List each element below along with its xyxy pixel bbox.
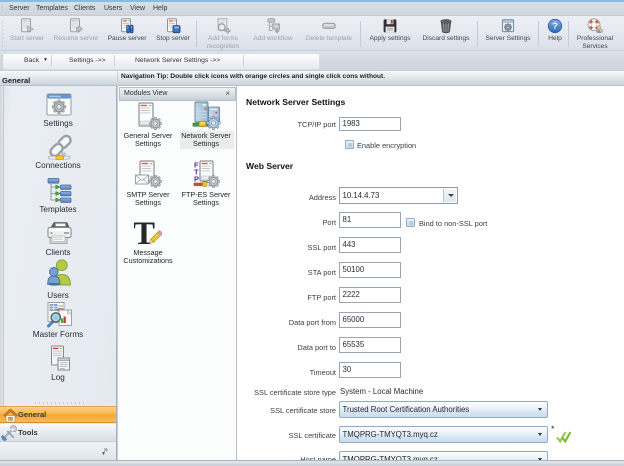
svg-text:P: P [194, 175, 199, 184]
svg-text:?: ? [552, 21, 558, 32]
